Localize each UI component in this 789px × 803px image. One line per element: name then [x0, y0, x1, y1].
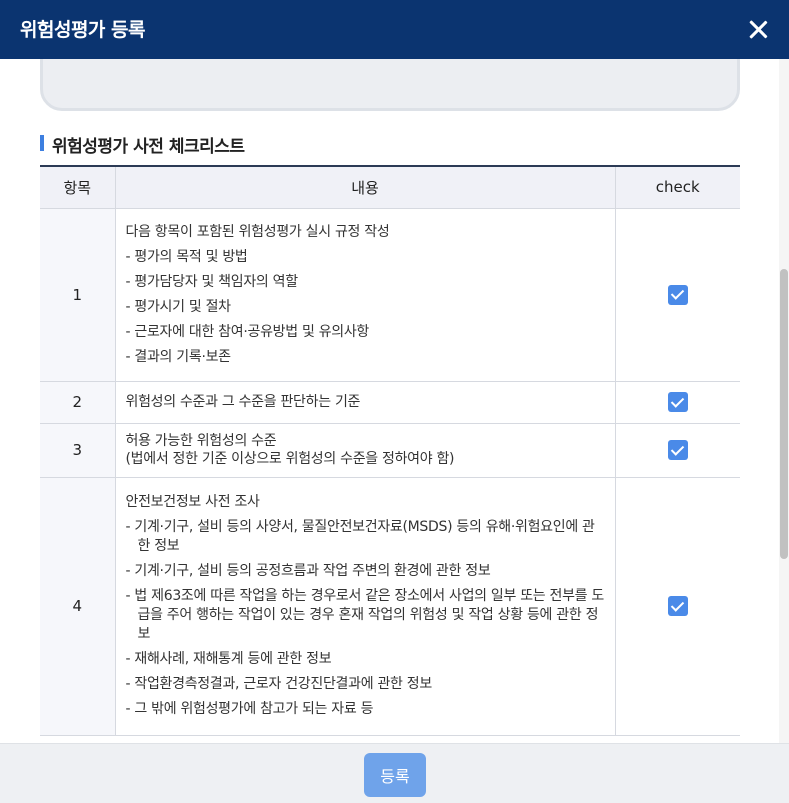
row-check-cell: [614, 423, 740, 478]
modal-footer: 등록: [0, 743, 789, 803]
content-line: - 재해사례, 재해통계 등에 관한 정보: [125, 651, 332, 667]
row-check-cell: [614, 477, 740, 736]
table-row: 1 다음 항목이 포함된 위험성평가 실시 규정 작성 - 평가의 목적 및 방…: [40, 208, 740, 382]
table-header-row: 항목 내용 check: [40, 165, 740, 209]
content-line: - 결과의 기록·보존: [125, 348, 232, 365]
section-title: 위험성평가 사전 체크리스트: [52, 137, 245, 157]
row-content: 허용 가능한 위험성의 수준 (법에서 정한 기준 이상으로 위험성의 수준을 …: [114, 423, 615, 478]
column-header-content: 내용: [114, 165, 615, 209]
row-check-cell: [614, 381, 740, 424]
checkbox-checked[interactable]: [667, 440, 688, 460]
content-line: - 기계·기구, 설비 등의 사양서, 물질안전보건자료(MSDS) 등의 유해…: [125, 519, 595, 554]
checklist-modal: 위험성평가 등록 위험성평가 사전 체크리스트 항목 내용 check 1 다음…: [0, 0, 789, 803]
image-preview-card: [40, 59, 740, 111]
content-line: - 법 제63조에 따른 작업을 하는 경우로서 같은 장소에서 사업의 일부 …: [125, 588, 605, 642]
row-content: 다음 항목이 포함된 위험성평가 실시 규정 작성 - 평가의 목적 및 방법 …: [114, 208, 615, 382]
modal-body[interactable]: 위험성평가 사전 체크리스트 항목 내용 check 1 다음 항목이 포함된 …: [0, 59, 779, 744]
modal-title: 위험성평가 등록: [20, 19, 145, 41]
column-header-check: check: [614, 165, 740, 209]
content-line: - 작업환경측정결과, 근로자 건강진단결과에 관한 정보: [125, 676, 433, 692]
column-header-item: 항목: [40, 165, 115, 209]
content-line: - 그 밖에 위험성평가에 참고가 되는 자료 등: [125, 701, 374, 717]
row-content: 안전보건정보 사전 조사 - 기계·기구, 설비 등의 사양서, 물질안전보건자…: [114, 477, 615, 736]
content-line: (법에서 정한 기준 이상으로 위험성의 수준을 정하여야 함): [125, 451, 455, 467]
content-line: 위험성의 수준과 그 수준을 판단하는 기준: [125, 393, 361, 410]
close-icon[interactable]: [742, 12, 774, 46]
row-number: 2: [40, 381, 115, 424]
submit-button[interactable]: 등록: [364, 753, 426, 797]
checkbox-checked[interactable]: [667, 392, 688, 412]
content-line: - 평가담당자 및 책임자의 역할: [125, 273, 299, 290]
content-line: - 평가시기 및 절차: [125, 298, 232, 315]
scrollbar[interactable]: [779, 59, 789, 744]
content-line: - 기계·기구, 설비 등의 공정흐름과 작업 주변의 환경에 관한 정보: [125, 563, 491, 579]
content-line: 안전보건정보 사전 조사: [125, 494, 260, 510]
table-row: 2 위험성의 수준과 그 수준을 판단하는 기준: [40, 381, 740, 424]
row-content: 위험성의 수준과 그 수준을 판단하는 기준: [114, 381, 615, 424]
content-line: - 근로자에 대한 참여·공유방법 및 유의사항: [125, 323, 370, 340]
content-line: - 평가의 목적 및 방법: [125, 248, 248, 265]
checkbox-checked[interactable]: [667, 596, 688, 616]
checklist-table: 항목 내용 check 1 다음 항목이 포함된 위험성평가 실시 규정 작성 …: [40, 165, 740, 736]
table-row: 4 안전보건정보 사전 조사 - 기계·기구, 설비 등의 사양서, 물질안전보…: [40, 477, 740, 736]
row-number: 4: [40, 477, 115, 736]
row-check-cell: [614, 208, 740, 382]
row-number: 3: [40, 423, 115, 478]
row-number: 1: [40, 208, 115, 382]
content-line: 허용 가능한 위험성의 수준: [125, 433, 277, 449]
modal-header: 위험성평가 등록: [0, 0, 789, 59]
checkbox-checked[interactable]: [667, 284, 688, 305]
content-line: 다음 항목이 포함된 위험성평가 실시 규정 작성: [125, 223, 390, 240]
scrollbar-thumb[interactable]: [780, 269, 788, 559]
table-row: 3 허용 가능한 위험성의 수준 (법에서 정한 기준 이상으로 위험성의 수준…: [40, 423, 740, 478]
section-accent-bar: [40, 135, 44, 151]
